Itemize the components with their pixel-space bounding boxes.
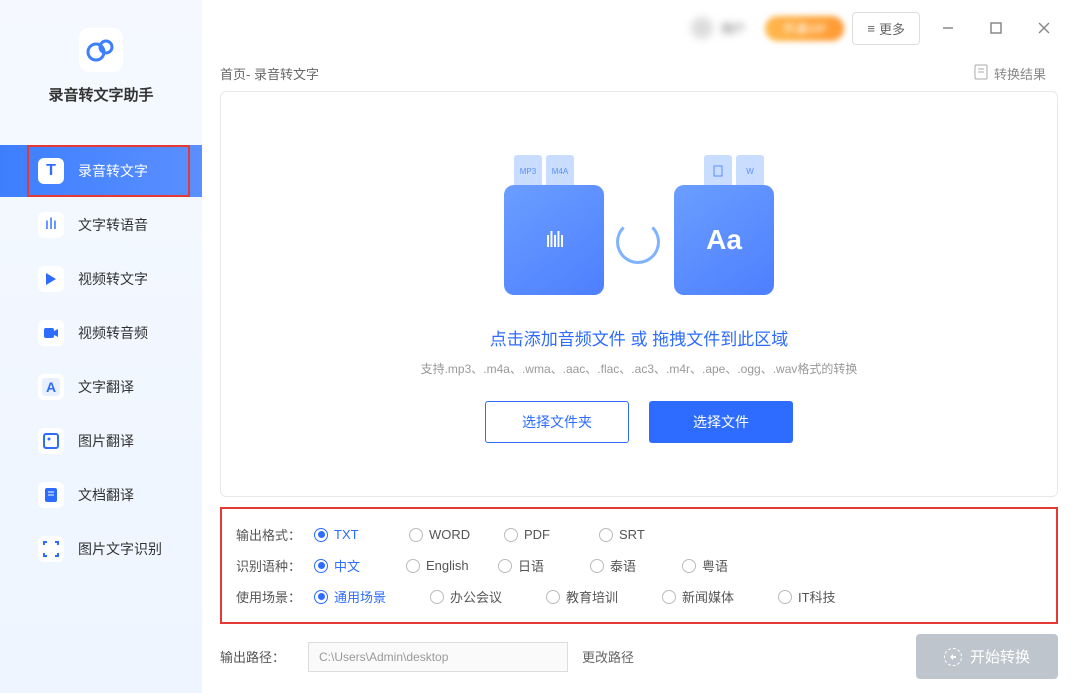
main-area: 用户 开通VIP ≡ 更多 首页- 录音转文字 转换结果 MP3M4A W xyxy=(202,0,1076,693)
output-path-input[interactable] xyxy=(308,642,568,672)
aa-text-icon: Aa xyxy=(706,224,742,256)
content-area: MP3M4A W ılılı Aa 点击添加音频文件 或 拖拽文件到此区域 支持… xyxy=(202,91,1076,624)
scene-option-4[interactable]: IT科技 xyxy=(778,587,894,606)
radio-icon xyxy=(430,590,444,604)
radio-icon xyxy=(546,590,560,604)
convert-icon xyxy=(944,648,962,666)
app-title: 录音转文字助手 xyxy=(0,84,202,105)
scene-option-0[interactable]: 通用场景 xyxy=(314,587,430,606)
radio-icon xyxy=(778,590,792,604)
scene-option-3[interactable]: 新闻媒体 xyxy=(662,587,778,606)
doc-icon xyxy=(38,482,64,508)
minimize-button[interactable] xyxy=(928,13,968,43)
video-icon xyxy=(38,320,64,346)
lang-option-3[interactable]: 泰语 xyxy=(590,556,682,575)
titlebar: 用户 开通VIP ≡ 更多 xyxy=(202,0,1076,56)
drop-subtitle: 支持.mp3、.m4a、.wma、.aac、.flac、.ac3、.m4r、.a… xyxy=(421,360,858,377)
sidebar-item-video-to-audio[interactable]: 视频转音频 xyxy=(0,307,202,359)
scene-option-1[interactable]: 办公会议 xyxy=(430,587,546,606)
hamburger-icon: ≡ xyxy=(867,21,875,36)
wave-icon: ılı xyxy=(38,212,64,238)
nav-label: 视频转音频 xyxy=(78,323,148,343)
logo-section: 录音转文字助手 xyxy=(0,0,202,123)
nav-label: 图片翻译 xyxy=(78,431,134,451)
radio-icon xyxy=(662,590,676,604)
avatar xyxy=(691,17,713,39)
path-label: 输出路径： xyxy=(220,647,294,666)
select-file-button[interactable]: 选择文件 xyxy=(649,401,793,443)
sidebar-item-video-to-text[interactable]: 视频转文字 xyxy=(0,253,202,305)
radio-icon xyxy=(314,559,328,573)
format-option-0[interactable]: TXT xyxy=(314,527,409,542)
lang-label: 识别语种： xyxy=(236,556,314,575)
nav-label: 视频转文字 xyxy=(78,269,148,289)
sidebar-item-text-translate[interactable]: A 文字翻译 xyxy=(0,361,202,413)
nav-label: 图片文字识别 xyxy=(78,539,162,559)
nav-label: 文字翻译 xyxy=(78,377,134,397)
format-option-1[interactable]: WORD xyxy=(409,527,504,542)
play-icon xyxy=(38,266,64,292)
sidebar-item-text-to-speech[interactable]: ılı 文字转语音 xyxy=(0,199,202,251)
image-translate-icon xyxy=(38,428,64,454)
lang-option-2[interactable]: 日语 xyxy=(498,556,590,575)
nav-label: 录音转文字 xyxy=(78,161,148,181)
radio-icon xyxy=(314,590,328,604)
nav: T 录音转文字 ılı 文字转语音 视频转文字 视频转音频 A 文字翻译 图片 xyxy=(0,123,202,577)
convert-arrow-icon xyxy=(616,220,660,264)
doc-icon xyxy=(974,64,988,83)
result-link[interactable]: 转换结果 xyxy=(974,64,1046,83)
radio-icon xyxy=(314,528,328,542)
format-row: 输出格式： TXTWORDPDFSRT xyxy=(236,519,1042,550)
lang-option-4[interactable]: 粤语 xyxy=(682,556,774,575)
start-convert-button[interactable]: 开始转换 xyxy=(916,634,1058,679)
sidebar: 录音转文字助手 T 录音转文字 ılı 文字转语音 视频转文字 视频转音频 A xyxy=(0,0,202,693)
app-logo-icon xyxy=(79,28,123,72)
close-button[interactable] xyxy=(1024,13,1064,43)
radio-icon xyxy=(406,559,420,573)
radio-icon xyxy=(504,528,518,542)
sidebar-item-image-translate[interactable]: 图片翻译 xyxy=(0,415,202,467)
breadcrumb: 首页- 录音转文字 xyxy=(220,64,319,83)
change-path-link[interactable]: 更改路径 xyxy=(582,647,634,666)
format-option-2[interactable]: PDF xyxy=(504,527,599,542)
select-folder-button[interactable]: 选择文件夹 xyxy=(485,401,629,443)
text-icon: T xyxy=(38,158,64,184)
sidebar-item-doc-translate[interactable]: 文档翻译 xyxy=(0,469,202,521)
vip-button[interactable]: 开通VIP xyxy=(765,16,844,41)
radio-icon xyxy=(590,559,604,573)
scene-row: 使用场景： 通用场景办公会议教育培训新闻媒体IT科技 xyxy=(236,581,1042,612)
footer-row: 输出路径： 更改路径 开始转换 xyxy=(202,624,1076,693)
breadcrumb-row: 首页- 录音转文字 转换结果 xyxy=(202,56,1076,91)
radio-icon xyxy=(682,559,696,573)
scan-icon xyxy=(38,536,64,562)
radio-icon xyxy=(498,559,512,573)
lang-option-1[interactable]: English xyxy=(406,556,498,575)
radio-icon xyxy=(409,528,423,542)
maximize-button[interactable] xyxy=(976,13,1016,43)
sidebar-item-ocr[interactable]: 图片文字识别 xyxy=(0,523,202,575)
scene-label: 使用场景： xyxy=(236,587,314,606)
drop-zone[interactable]: MP3M4A W ılılı Aa 点击添加音频文件 或 拖拽文件到此区域 支持… xyxy=(220,91,1058,497)
sidebar-item-audio-to-text[interactable]: T 录音转文字 xyxy=(0,145,202,197)
settings-panel: 输出格式： TXTWORDPDFSRT 识别语种： 中文English日语泰语粤… xyxy=(220,507,1058,624)
radio-icon xyxy=(599,528,613,542)
format-label: 输出格式： xyxy=(236,525,314,544)
more-button[interactable]: ≡ 更多 xyxy=(852,12,920,45)
nav-label: 文字转语音 xyxy=(78,215,148,235)
hero-illustration: MP3M4A W ılılı Aa xyxy=(484,145,794,305)
lang-row: 识别语种： 中文English日语泰语粤语 xyxy=(236,550,1042,581)
user-section[interactable]: 用户 xyxy=(691,17,745,39)
scene-option-2[interactable]: 教育培训 xyxy=(546,587,662,606)
drop-title: 点击添加音频文件 或 拖拽文件到此区域 xyxy=(490,325,788,350)
audio-wave-icon: ılılı xyxy=(545,227,563,253)
translate-a-icon: A xyxy=(38,374,64,400)
format-option-3[interactable]: SRT xyxy=(599,527,694,542)
lang-option-0[interactable]: 中文 xyxy=(314,556,406,575)
nav-label: 文档翻译 xyxy=(78,485,134,505)
